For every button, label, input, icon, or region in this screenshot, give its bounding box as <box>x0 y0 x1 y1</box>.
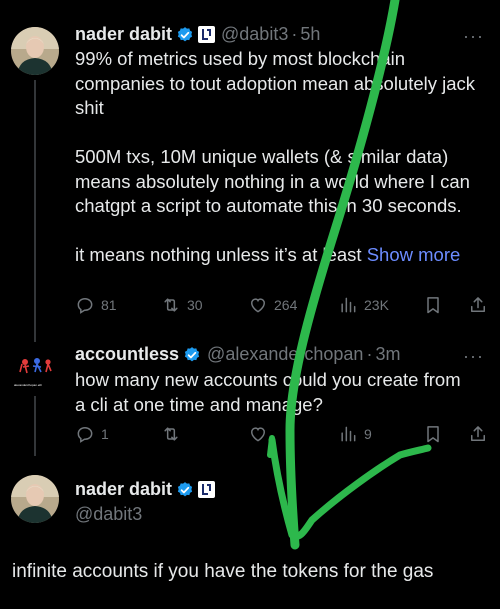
like-button[interactable]: 264 <box>248 295 297 315</box>
reply-count: 1 <box>101 426 109 442</box>
show-more-link[interactable]: Show more <box>367 244 461 265</box>
bookmark-icon <box>427 297 439 314</box>
reply-icon <box>77 297 93 314</box>
more-icon[interactable]: ··· <box>463 346 484 367</box>
action-bar: 1 9 <box>75 424 495 446</box>
reply-button[interactable]: 81 <box>75 295 117 315</box>
display-name[interactable]: accountless <box>75 344 179 365</box>
like-count: 264 <box>274 297 298 313</box>
tweet-paragraph: 99% of metrics used by most blockchain c… <box>75 48 476 118</box>
verified-badge-icon <box>183 346 201 364</box>
tweet-3[interactable]: nader dabit @dabit3 <box>0 455 500 609</box>
verified-badge-icon <box>176 26 194 44</box>
verified-badge-icon <box>176 481 194 499</box>
thread-line <box>34 396 36 456</box>
reply-icon <box>77 426 93 443</box>
reply-count: 81 <box>101 297 117 313</box>
reply-button[interactable]: 1 <box>75 424 109 444</box>
bookmark-icon <box>427 426 439 443</box>
bookmark-button[interactable] <box>423 295 443 315</box>
tweet-header: accountless @alexanderchopan · 3m <box>75 344 400 365</box>
avatar-caption: alexanderchopan.eth <box>14 383 43 387</box>
views-button[interactable]: 23K <box>338 295 389 315</box>
timestamp[interactable]: 3m <box>375 344 400 365</box>
views-icon <box>341 297 356 313</box>
share-icon <box>471 297 485 312</box>
user-handle[interactable]: @dabit3 <box>221 24 288 45</box>
tweet-header: nader dabit @dabit3 · 5h <box>75 24 320 45</box>
user-handle[interactable]: @alexanderchopan <box>207 344 363 365</box>
repost-icon <box>164 298 178 312</box>
tweet-paragraph: 500M txs, 10M unique wallets (& similar … <box>75 146 470 216</box>
views-count: 9 <box>364 426 372 442</box>
affiliate-badge-icon[interactable] <box>198 26 216 43</box>
like-icon <box>250 298 266 313</box>
repost-button[interactable]: 30 <box>161 295 203 315</box>
separator-dot: · <box>291 24 298 44</box>
repost-icon <box>164 427 178 441</box>
like-button[interactable] <box>248 424 268 444</box>
tweet-header: nader dabit <box>75 479 216 500</box>
separator-dot: · <box>366 344 373 364</box>
more-icon[interactable]: ··· <box>463 26 484 47</box>
tweet-paragraph: it means nothing unless it’s at least Sh… <box>75 243 490 268</box>
views-count: 23K <box>364 297 389 313</box>
focused-tweet-text: infinite accounts if you have the tokens… <box>12 561 434 582</box>
tweet-2[interactable]: alexanderchopan.eth accountless @alexand… <box>0 330 500 456</box>
tweet-body: 99% of metrics used by most blockchain c… <box>75 47 490 268</box>
bookmark-button[interactable] <box>423 424 443 444</box>
avatar[interactable] <box>11 27 59 75</box>
affiliate-badge-icon[interactable] <box>198 481 216 498</box>
views-button[interactable]: 9 <box>338 424 372 444</box>
thread-line <box>34 80 36 342</box>
action-bar: 81 30 264 23K <box>75 295 495 317</box>
repost-count: 30 <box>187 297 203 313</box>
views-icon <box>341 426 356 442</box>
share-button[interactable] <box>468 424 488 444</box>
like-icon <box>250 427 266 442</box>
user-handle[interactable]: @dabit3 <box>75 504 142 525</box>
tweet-1[interactable]: nader dabit @dabit3 · 5h ··· 99% of metr… <box>0 0 500 342</box>
share-button[interactable] <box>468 295 488 315</box>
avatar[interactable] <box>11 475 59 523</box>
repost-button[interactable] <box>161 424 181 444</box>
timestamp[interactable]: 5h <box>300 24 320 45</box>
display-name[interactable]: nader dabit <box>75 24 172 45</box>
tweet-body: how many new accounts could you create f… <box>75 369 461 415</box>
tweet-paragraph-text: it means nothing unless it’s at least <box>75 244 362 265</box>
display-name[interactable]: nader dabit <box>75 479 172 500</box>
share-icon <box>471 426 485 441</box>
